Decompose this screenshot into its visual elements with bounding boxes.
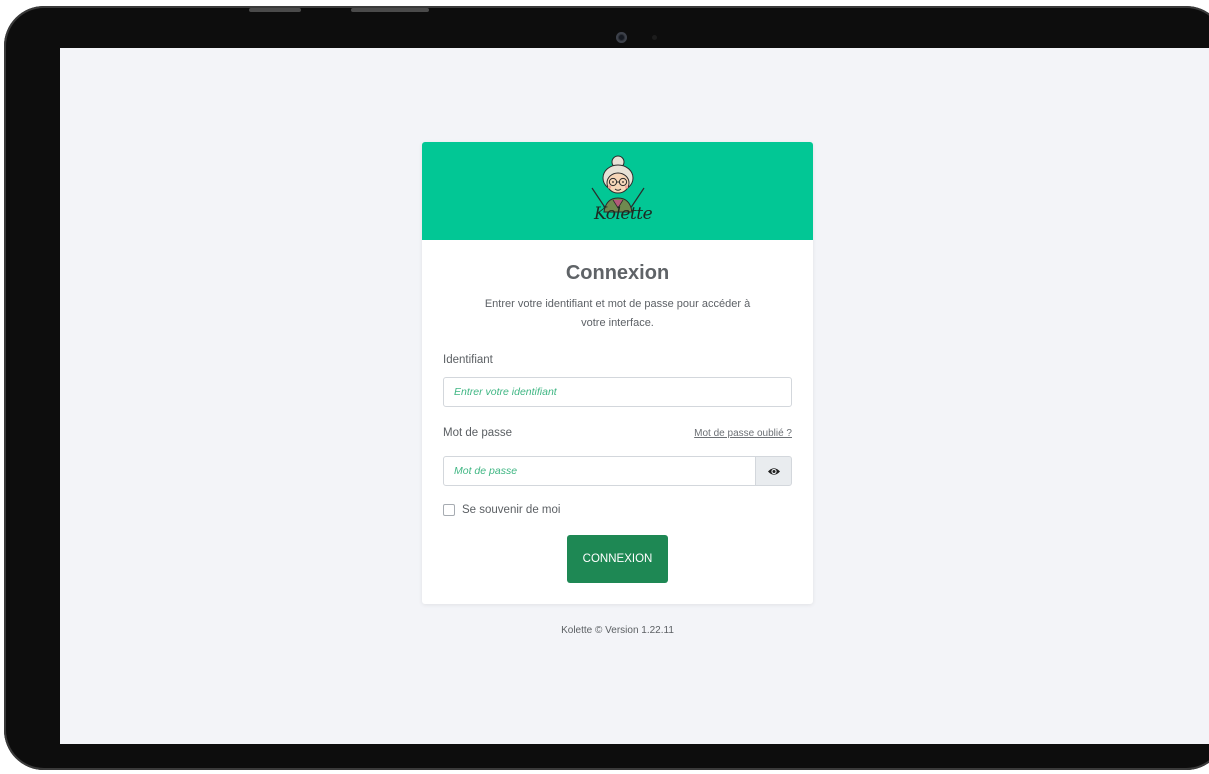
eye-icon [768, 468, 780, 475]
identifier-label: Identifiant [443, 354, 493, 366]
password-input[interactable] [443, 456, 756, 486]
login-page: Kolette Connexion Entrer votre identifia… [60, 48, 1209, 744]
login-submit-button[interactable]: CONNEXION [567, 535, 668, 583]
volume-button [249, 8, 301, 12]
remember-me-label: Se souvenir de moi [462, 504, 561, 516]
identifier-input[interactable] [443, 377, 792, 407]
card-header: Kolette [422, 142, 813, 240]
login-card: Kolette Connexion Entrer votre identifia… [422, 142, 813, 604]
remember-me-option[interactable]: Se souvenir de moi [443, 503, 560, 517]
toggle-password-visibility-button[interactable] [755, 456, 792, 486]
logo-wordmark: Kolette [594, 204, 653, 224]
page-title: Connexion [565, 262, 670, 284]
power-button [351, 8, 429, 12]
page-subtitle: Entrer votre identifiant et mot de passe… [484, 298, 751, 329]
forgot-password-link[interactable]: Mot de passe oublié ? [694, 428, 792, 439]
light-sensor [652, 35, 657, 40]
kolette-logo: Kolette [584, 154, 653, 230]
remember-me-checkbox[interactable] [443, 504, 455, 516]
version-footer: Kolette © Version 1.22.11 [561, 625, 674, 636]
password-label: Mot de passe [443, 427, 513, 439]
front-camera [616, 32, 627, 43]
